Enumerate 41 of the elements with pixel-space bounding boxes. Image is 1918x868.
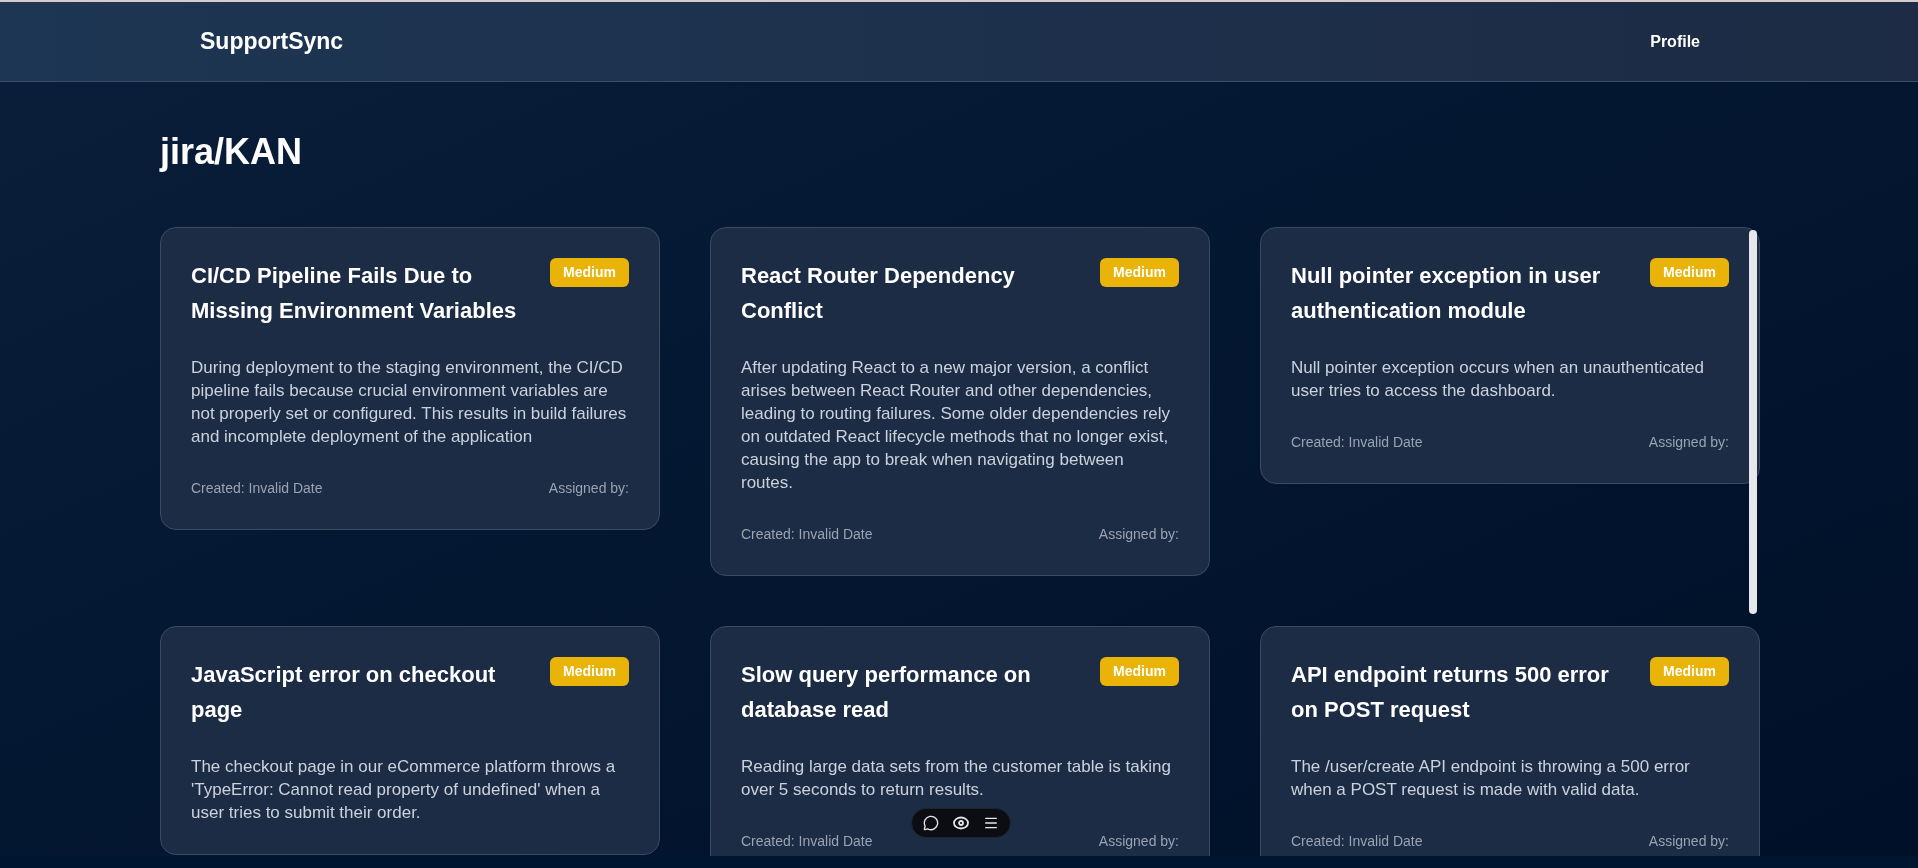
created-date: Created: Invalid Date xyxy=(1291,433,1423,452)
assigned-label: Assigned by: xyxy=(1098,832,1179,851)
priority-badge: Medium xyxy=(1650,258,1729,287)
assigned-label: Assigned by: xyxy=(1098,525,1179,544)
priority-badge: Medium xyxy=(1100,258,1179,287)
assigned-label: Assigned by: xyxy=(548,479,629,498)
assigned-label: Assigned by: xyxy=(1648,433,1729,452)
ticket-card[interactable]: Null pointer exception in user authentication module Medium Null pointer exception occurs when an unauthenticated user tries to access the dashboard. Created: Invalid Date Assigned by: xyxy=(1260,227,1760,484)
ticket-card[interactable]: JavaScript error on checkout page Medium The checkout page in our eCommerce platform throws a 'TypeError: Cannot read property of undefined' when a user tries to submit their order. xyxy=(160,626,660,855)
ticket-description: The checkout page in our eCommerce platform throws a 'TypeError: Cannot read property of undefined' when a user tries to submit their order. xyxy=(191,756,617,824)
ticket-title: Slow query performance on database read xyxy=(741,661,1032,724)
priority-badge: Medium xyxy=(1100,657,1179,686)
ticket-title: JavaScript error on checkout page xyxy=(191,661,497,724)
nav-link[interactable]: Profile xyxy=(1650,29,1700,54)
ticket-title: CI/CD Pipeline Fails Due to Missing Environment Variables xyxy=(191,262,518,325)
ticket-card[interactable]: Slow query performance on database read Medium Reading large data sets from the customer table is taking over 5 seconds to return results. Created: Invalid Date Assigned by: xyxy=(710,626,1210,856)
ticket-description: During deployment to the staging environment, the CI/CD pipeline fails because crucial environment variables are not properly set or configured. This results in build failures and incomplete deployment of the application xyxy=(191,357,628,448)
priority-badge: Medium xyxy=(550,258,629,287)
ticket-title: API endpoint returns 500 error on POST request xyxy=(1291,661,1610,724)
ticket-title: React Router Dependency Conflict xyxy=(741,262,1016,325)
ticket-description: The /user/create API endpoint is throwing a 500 error when a POST request is made with valid data. xyxy=(1291,756,1691,801)
created-date: Created: Invalid Date xyxy=(191,479,323,498)
ticket-title: Null pointer exception in user authentication module xyxy=(1291,262,1602,325)
created-date: Created: Invalid Date xyxy=(741,832,873,851)
priority-badge: Medium xyxy=(1650,657,1729,686)
brand-name[interactable]: SupportSync xyxy=(200,24,344,59)
ticket-description: After updating React to a new major version, a conflict arises between React Router and other dependencies, leading to routing failures. Some older dependencies rely on outdated React lifecycle methods that no longer exist, causing the app to break when navigating between routes. xyxy=(741,357,1172,494)
ticket-card[interactable]: API endpoint returns 500 error on POST request Medium The /user/create API endpoint is throwing a 500 error when a POST request is made with valid data. Created: Invalid Date Assigned by: xyxy=(1260,626,1760,856)
ticket-card[interactable] xyxy=(710,227,1210,576)
scrollbar-thumb[interactable] xyxy=(1749,230,1757,614)
priority-badge: Medium xyxy=(550,657,629,686)
created-date: Created: Invalid Date xyxy=(1291,832,1423,851)
created-date: Created: Invalid Date xyxy=(741,525,873,544)
page-title: jira/KAN xyxy=(160,132,304,172)
ticket-card[interactable] xyxy=(160,227,660,530)
menu-icon[interactable] xyxy=(983,815,999,831)
comment-icon[interactable] xyxy=(923,815,939,831)
assigned-label: Assigned by: xyxy=(1648,832,1729,851)
ticket-description: Reading large data sets from the customer table is taking over 5 seconds to return results. xyxy=(741,756,1172,801)
ticket-description: Null pointer exception occurs when an unauthenticated user tries to access the dashboard. xyxy=(1291,357,1705,402)
eye-icon[interactable] xyxy=(953,816,969,830)
